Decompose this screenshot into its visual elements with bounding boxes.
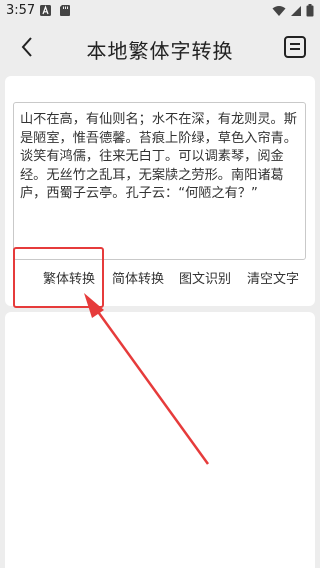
sd-card-icon	[60, 5, 70, 16]
output-card	[5, 312, 315, 568]
list-document-icon[interactable]	[282, 34, 308, 60]
app-bar: 本地繁体字转换	[0, 22, 320, 74]
status-icons	[272, 4, 314, 17]
ocr-button[interactable]: 图文识别	[179, 268, 231, 287]
page-title: 本地繁体字转换	[86, 39, 234, 63]
clear-text-button[interactable]: 清空文字	[247, 268, 299, 287]
signal-icon	[291, 5, 301, 16]
battery-icon	[306, 4, 314, 17]
status-bar: 3:57	[0, 0, 320, 22]
simplified-convert-button[interactable]: 简体转换	[112, 268, 164, 287]
text-input[interactable]: 山不在高，有仙则名；水不在深，有龙则灵。斯是陋室，惟吾德馨。苔痕上阶绿，草色入帘…	[13, 102, 306, 260]
wifi-icon	[272, 5, 286, 16]
highlight-box	[13, 247, 104, 308]
notification-a-icon	[40, 5, 51, 16]
status-time: 3:57	[6, 3, 36, 18]
